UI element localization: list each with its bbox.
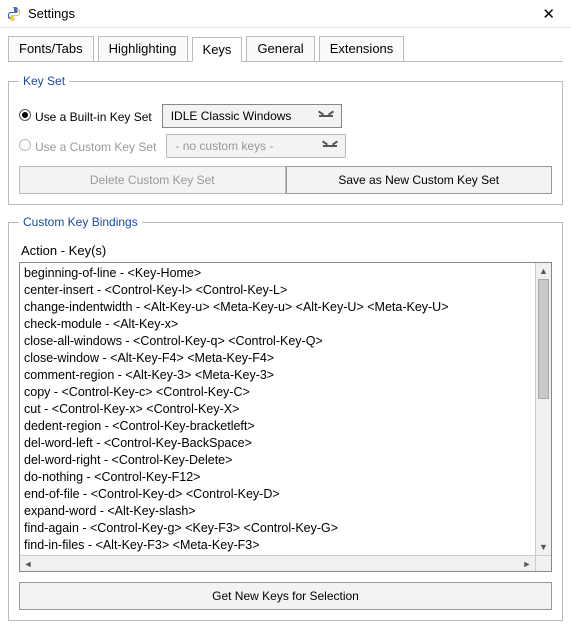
tab-content: Key Set Use a Built-in Key Set IDLE Clas… xyxy=(8,61,563,621)
tab-fonts[interactable]: Fonts/Tabs xyxy=(8,36,94,61)
list-item[interactable]: comment-region - <Alt-Key-3> <Meta-Key-3… xyxy=(24,367,531,384)
list-item[interactable]: find-again - <Control-Key-g> <Key-F3> <C… xyxy=(24,520,531,537)
keyset-group: Key Set Use a Built-in Key Set IDLE Clas… xyxy=(8,74,563,205)
scroll-right-icon[interactable]: ► xyxy=(519,556,535,571)
builtin-radio-label: Use a Built-in Key Set xyxy=(35,110,152,124)
keyset-legend: Key Set xyxy=(19,74,69,88)
tab-bar: Fonts/Tabs Highlighting Keys General Ext… xyxy=(0,28,571,61)
scroll-thumb[interactable] xyxy=(538,279,549,399)
builtin-keyset-combo[interactable]: IDLE Classic Windows xyxy=(162,104,342,128)
bindings-group: Custom Key Bindings Action - Key(s) begi… xyxy=(8,215,563,621)
bindings-listbox[interactable]: beginning-of-line - <Key-Home>center-ins… xyxy=(19,262,552,572)
list-item[interactable]: close-window - <Alt-Key-F4> <Meta-Key-F4… xyxy=(24,350,531,367)
tab-keys[interactable]: Keys xyxy=(192,37,243,62)
tab-extensions[interactable]: Extensions xyxy=(319,36,405,61)
scroll-left-icon[interactable]: ◄ xyxy=(20,556,36,571)
dropdown-icon xyxy=(319,115,333,117)
list-item[interactable]: do-nothing - <Control-Key-F12> xyxy=(24,469,531,486)
titlebar: Settings ✕ xyxy=(0,0,571,28)
list-item[interactable]: center-insert - <Control-Key-l> <Control… xyxy=(24,282,531,299)
custom-keyset-combo: - no custom keys - xyxy=(166,134,346,158)
list-item[interactable]: copy - <Control-Key-c> <Control-Key-C> xyxy=(24,384,531,401)
custom-radio: Use a Custom Key Set xyxy=(19,139,156,154)
list-item[interactable]: change-indentwidth - <Alt-Key-u> <Meta-K… xyxy=(24,299,531,316)
builtin-keyset-value: IDLE Classic Windows xyxy=(171,109,292,123)
list-item[interactable]: cut - <Control-Key-x> <Control-Key-X> xyxy=(24,401,531,418)
custom-radio-label: Use a Custom Key Set xyxy=(35,140,156,154)
list-item[interactable]: close-all-windows - <Control-Key-q> <Con… xyxy=(24,333,531,350)
scroll-up-icon[interactable]: ▲ xyxy=(536,263,551,279)
scroll-track[interactable] xyxy=(536,279,551,539)
list-item[interactable]: beginning-of-line - <Key-Home> xyxy=(24,265,531,282)
bindings-header: Action - Key(s) xyxy=(21,243,552,258)
bindings-legend: Custom Key Bindings xyxy=(19,215,142,229)
builtin-keyset-row: Use a Built-in Key Set IDLE Classic Wind… xyxy=(19,104,552,128)
window-title: Settings xyxy=(28,6,532,21)
list-item[interactable]: del-word-left - <Control-Key-BackSpace> xyxy=(24,435,531,452)
custom-keyset-value: - no custom keys - xyxy=(175,139,273,153)
horizontal-scrollbar[interactable]: ◄ ► xyxy=(20,555,535,571)
vertical-scrollbar[interactable]: ▲ ▼ xyxy=(535,263,551,555)
list-item[interactable]: end-of-file - <Control-Key-d> <Control-K… xyxy=(24,486,531,503)
keyset-button-row: Delete Custom Key Set Save as New Custom… xyxy=(19,166,552,194)
list-item[interactable]: find-in-files - <Alt-Key-F3> <Meta-Key-F… xyxy=(24,537,531,554)
close-button[interactable]: ✕ xyxy=(532,3,565,25)
custom-keyset-row: Use a Custom Key Set - no custom keys - xyxy=(19,134,552,158)
list-item[interactable]: del-word-right - <Control-Key-Delete> xyxy=(24,452,531,469)
list-item[interactable]: expand-word - <Alt-Key-slash> xyxy=(24,503,531,520)
scroll-corner xyxy=(535,555,551,571)
list-item[interactable]: dedent-region - <Control-Key-bracketleft… xyxy=(24,418,531,435)
tab-general[interactable]: General xyxy=(246,36,314,61)
list-item[interactable]: check-module - <Alt-Key-x> xyxy=(24,316,531,333)
delete-keyset-button: Delete Custom Key Set xyxy=(19,166,286,194)
get-new-keys-button[interactable]: Get New Keys for Selection xyxy=(19,582,552,610)
dropdown-icon xyxy=(323,145,337,147)
tab-highlighting[interactable]: Highlighting xyxy=(98,36,188,61)
save-keyset-button[interactable]: Save as New Custom Key Set xyxy=(286,166,553,194)
app-icon xyxy=(6,6,22,22)
builtin-radio[interactable]: Use a Built-in Key Set xyxy=(19,109,152,124)
scroll-down-icon[interactable]: ▼ xyxy=(536,539,551,555)
bindings-list-content[interactable]: beginning-of-line - <Key-Home>center-ins… xyxy=(20,263,535,555)
